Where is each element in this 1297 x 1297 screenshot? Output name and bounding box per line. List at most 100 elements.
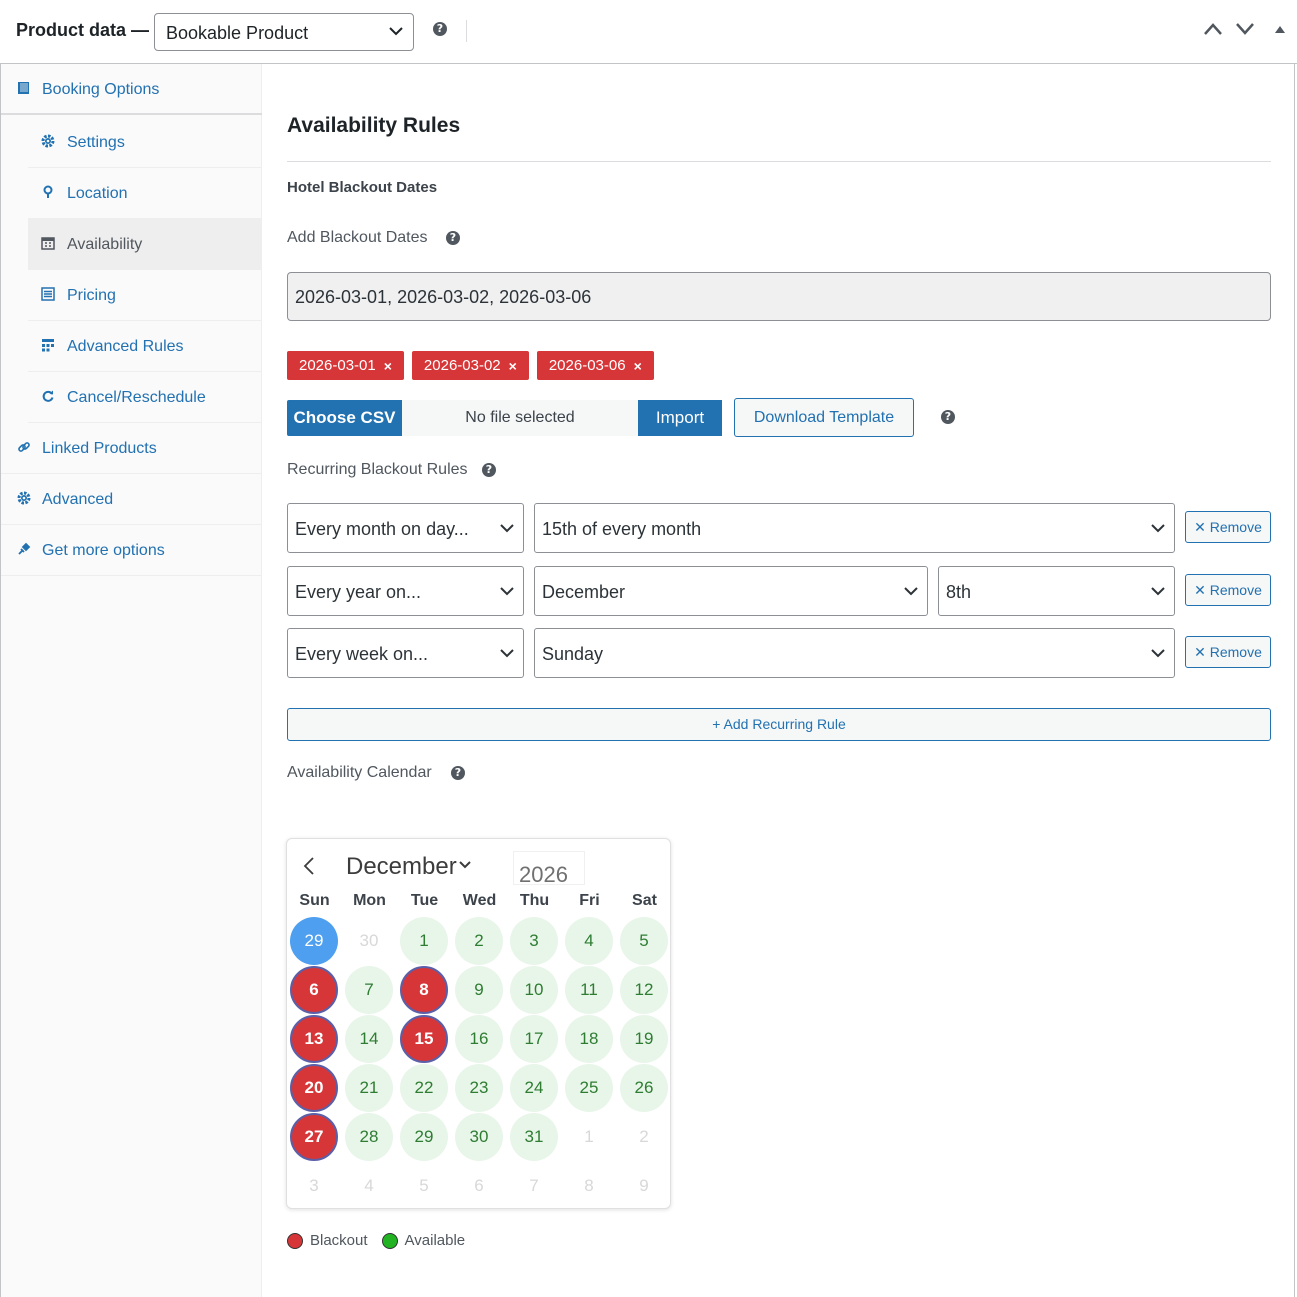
- calendar-day[interactable]: 23: [455, 1064, 503, 1112]
- calendar-day[interactable]: 17: [510, 1015, 558, 1063]
- rule-type-select[interactable]: Every week on...: [287, 628, 524, 678]
- calendar-day[interactable]: 29: [290, 917, 338, 965]
- product-type-select[interactable]: Bookable Product: [154, 13, 414, 51]
- calendar-day[interactable]: 2: [455, 917, 503, 965]
- close-icon[interactable]: ×: [384, 358, 392, 374]
- sidebar-item-settings[interactable]: Settings: [28, 117, 262, 168]
- calendar-day-outside: 2: [639, 1127, 649, 1146]
- help-icon[interactable]: ?: [433, 22, 447, 36]
- calendar-day[interactable]: 16: [455, 1015, 503, 1063]
- blackout-tag: 2026-03-01 ×: [287, 351, 404, 380]
- calendar-day[interactable]: 21: [345, 1064, 393, 1112]
- sidebar-item-label: Settings: [67, 134, 125, 151]
- remove-label: Remove: [1209, 644, 1262, 660]
- calendar-day[interactable]: 28: [345, 1113, 393, 1161]
- close-icon[interactable]: ×: [634, 358, 642, 374]
- rule-day-select[interactable]: 15th of every month: [534, 503, 1175, 553]
- help-icon[interactable]: ?: [482, 463, 496, 477]
- calendar-day-blackout[interactable]: 13: [290, 1015, 338, 1063]
- calendar-day-outside: 7: [529, 1176, 539, 1195]
- calendar-day-blackout[interactable]: 6: [290, 966, 338, 1014]
- sidebar-item-location[interactable]: Location: [28, 168, 262, 219]
- calendar-day[interactable]: 12: [620, 966, 668, 1014]
- calendar-day[interactable]: 10: [510, 966, 558, 1014]
- location-pin-icon: [43, 185, 53, 198]
- sidebar-item-advanced[interactable]: Advanced: [1, 474, 262, 525]
- product-type-value: Bookable Product: [166, 23, 309, 43]
- calendar-day[interactable]: 29: [400, 1113, 448, 1161]
- remove-rule-button[interactable]: ✕ Remove: [1185, 574, 1271, 606]
- chevron-down-icon: [1151, 587, 1165, 596]
- calendar-year-input[interactable]: 2026: [513, 851, 585, 887]
- help-icon[interactable]: ?: [446, 231, 460, 245]
- calendar-day[interactable]: 4: [565, 917, 613, 965]
- choose-csv-button[interactable]: Choose CSV: [287, 400, 402, 436]
- calendar-day-blackout[interactable]: 15: [400, 1015, 448, 1063]
- rule-day-select[interactable]: 8th: [938, 566, 1175, 616]
- rule-month-value: December: [542, 582, 626, 602]
- calendar-day[interactable]: 24: [510, 1064, 558, 1112]
- section-heading: Hotel Blackout Dates: [287, 179, 438, 196]
- link-icon: [18, 442, 30, 452]
- import-button[interactable]: Import: [638, 400, 722, 436]
- download-template-button[interactable]: Download Template: [734, 398, 914, 437]
- calendar-month-select[interactable]: December: [346, 853, 457, 881]
- move-down-icon[interactable]: [1235, 22, 1255, 36]
- calendar-day-blackout[interactable]: 8: [400, 966, 448, 1014]
- calendar-day[interactable]: 5: [620, 917, 668, 965]
- chevron-down-icon: [1151, 524, 1165, 533]
- calendar-day-blackout[interactable]: 20: [290, 1064, 338, 1112]
- sidebar-item-pricing[interactable]: Pricing: [28, 270, 262, 321]
- calendar-day[interactable]: 22: [400, 1064, 448, 1112]
- calendar-day[interactable]: 9: [455, 966, 503, 1014]
- calendar-day[interactable]: 25: [565, 1064, 613, 1112]
- close-icon: ✕: [1194, 519, 1206, 535]
- calendar-day[interactable]: 3: [510, 917, 558, 965]
- calendar-day[interactable]: 26: [620, 1064, 668, 1112]
- remove-rule-button[interactable]: ✕ Remove: [1185, 636, 1271, 668]
- calendar-day-outside: 8: [584, 1176, 594, 1195]
- rule-type-select[interactable]: Every month on day...: [287, 503, 524, 553]
- calendar-day[interactable]: 18: [565, 1015, 613, 1063]
- rule-type-select[interactable]: Every year on...: [287, 566, 524, 616]
- blackout-dates-value: 2026-03-01, 2026-03-02, 2026-03-06: [295, 287, 592, 307]
- sidebar-item-booking-options[interactable]: Booking Options: [1, 64, 262, 115]
- sidebar-item-label: Cancel/Reschedule: [67, 389, 206, 406]
- sidebar-item-label: Get more options: [42, 542, 165, 559]
- rule-month-select[interactable]: December: [534, 566, 928, 616]
- blackout-dates-input[interactable]: 2026-03-01, 2026-03-02, 2026-03-06: [287, 272, 1271, 321]
- add-recurring-rule-button[interactable]: + Add Recurring Rule: [287, 708, 1271, 741]
- sidebar-item-label: Advanced: [42, 491, 114, 508]
- calendar-day[interactable]: 31: [510, 1113, 558, 1161]
- calendar-day[interactable]: 30: [455, 1113, 503, 1161]
- help-icon[interactable]: ?: [451, 766, 465, 780]
- calendar-day[interactable]: 1: [400, 917, 448, 965]
- chevron-down-icon: [500, 524, 514, 533]
- legend-available-label: Available: [404, 1232, 466, 1249]
- sidebar-item-advanced-rules[interactable]: Advanced Rules: [28, 321, 262, 372]
- plugin-icon: [18, 542, 31, 555]
- calendar-day[interactable]: 7: [345, 966, 393, 1014]
- chevron-left-icon[interactable]: [303, 857, 315, 875]
- chevron-down-icon: [1151, 649, 1165, 658]
- chevron-down-icon[interactable]: [459, 861, 471, 869]
- close-icon[interactable]: ×: [509, 358, 517, 374]
- collapse-toggle-icon[interactable]: [1273, 24, 1287, 34]
- sidebar-item-linked-products[interactable]: Linked Products: [1, 423, 262, 474]
- remove-rule-button[interactable]: ✕ Remove: [1185, 511, 1271, 543]
- move-up-icon[interactable]: [1203, 22, 1223, 36]
- sidebar-item-cancel-reschedule[interactable]: Cancel/Reschedule: [28, 372, 262, 423]
- calendar-icon: [41, 237, 55, 250]
- calendar-day[interactable]: 11: [565, 966, 613, 1014]
- help-icon[interactable]: ?: [941, 410, 955, 424]
- calendar-day-outside: 3: [309, 1176, 319, 1195]
- rule-weekday-select[interactable]: Sunday: [534, 628, 1175, 678]
- rule-weekday-value: Sunday: [542, 644, 604, 664]
- sidebar-item-get-more-options[interactable]: Get more options: [1, 525, 262, 576]
- calendar-day-blackout[interactable]: 27: [290, 1113, 338, 1161]
- calendar-day[interactable]: 14: [345, 1015, 393, 1063]
- calendar-day[interactable]: 19: [620, 1015, 668, 1063]
- panel-controls: [1203, 22, 1287, 36]
- tag-label: 2026-03-01: [299, 357, 376, 374]
- sidebar-item-availability[interactable]: Availability: [28, 219, 262, 270]
